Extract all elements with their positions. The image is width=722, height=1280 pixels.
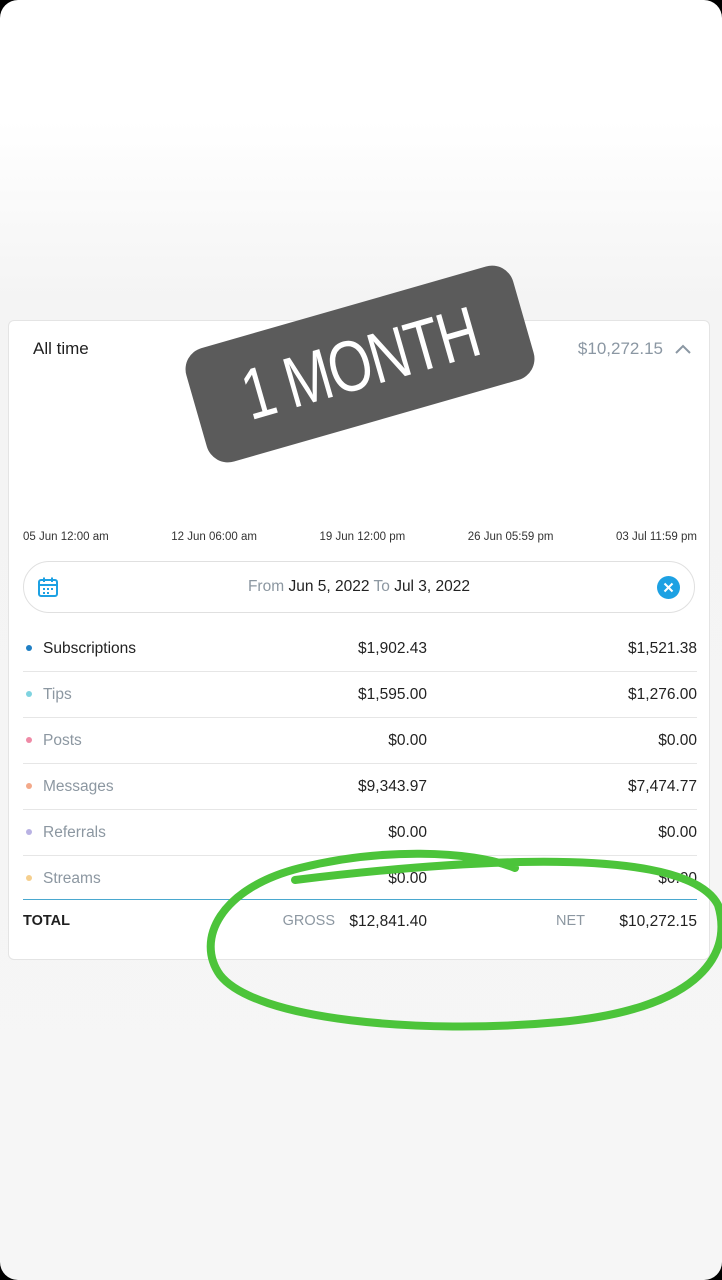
series-dot [26,737,32,743]
x-tick-label: 19 Jun 12:00 pm [319,531,406,543]
gross-total: $12,841.40 [349,913,427,930]
row-name: Streams [43,870,101,887]
period-title[interactable]: All time [33,339,89,359]
table-row[interactable]: Messages $9,343.97 $7,474.77 [23,764,697,810]
row-net: $0.00 [658,870,697,887]
row-net: $7,474.77 [628,778,697,795]
period-total: $10,272.15 [577,339,663,358]
series-dot [26,829,32,835]
row-gross: $9,343.97 [358,778,427,795]
net-label: NET [556,913,585,929]
net-total: $10,272.15 [619,913,697,930]
row-net: $0.00 [658,732,697,749]
row-name: Messages [43,778,114,795]
total-label: TOTAL [23,913,70,929]
row-net: $0.00 [658,824,697,841]
gross-label: GROSS [282,913,335,929]
story-screen: All time $10,272.15 05 Jun 12:00 am 12 J… [0,0,722,1280]
chevron-up-icon[interactable] [673,341,693,357]
row-gross: $1,595.00 [358,686,427,703]
row-gross: $0.00 [388,870,427,887]
date-range-text: From Jun 5, 2022 To Jul 3, 2022 [24,578,694,596]
x-tick-label: 12 Jun 06:00 am [171,531,257,543]
to-label: To [373,578,390,595]
date-range-picker[interactable]: From Jun 5, 2022 To Jul 3, 2022 [23,561,695,613]
row-name: Posts [43,732,82,749]
total-divider [23,899,697,900]
row-net: $1,276.00 [628,686,697,703]
series-dot [26,691,32,697]
clear-date-button[interactable] [657,576,680,599]
series-dot [26,875,32,881]
to-value: Jul 3, 2022 [394,578,471,595]
row-name: Tips [43,686,72,703]
row-gross: $0.00 [388,824,427,841]
table-row[interactable]: Tips $1,595.00 $1,276.00 [23,672,697,718]
x-tick-label: 26 Jun 05:59 pm [467,531,554,543]
x-tick-label: 03 Jul 11:59 pm [616,531,697,543]
row-name: Subscriptions [43,640,137,657]
series-dot [26,783,32,789]
from-label: From [247,578,285,595]
row-gross: $1,902.43 [358,640,427,657]
table-row[interactable]: Posts $0.00 $0.00 [23,718,697,764]
chart-x-axis: 05 Jun 12:00 am 12 Jun 06:00 am 19 Jun 1… [23,531,697,543]
series-dot [26,645,32,651]
table-row[interactable]: Streams $0.00 $0.00 [23,856,697,901]
row-name: Referrals [43,824,106,841]
from-value: Jun 5, 2022 [288,578,370,595]
x-tick-label: 05 Jun 12:00 am [23,531,109,543]
close-icon [663,582,674,593]
row-gross: $0.00 [388,732,427,749]
table-row[interactable]: Referrals $0.00 $0.00 [23,810,697,856]
earnings-table: Subscriptions $1,902.43 $1,521.38 Tips $… [23,626,697,901]
row-net: $1,521.38 [628,640,697,657]
table-row[interactable]: Subscriptions $1,902.43 $1,521.38 [23,626,697,672]
